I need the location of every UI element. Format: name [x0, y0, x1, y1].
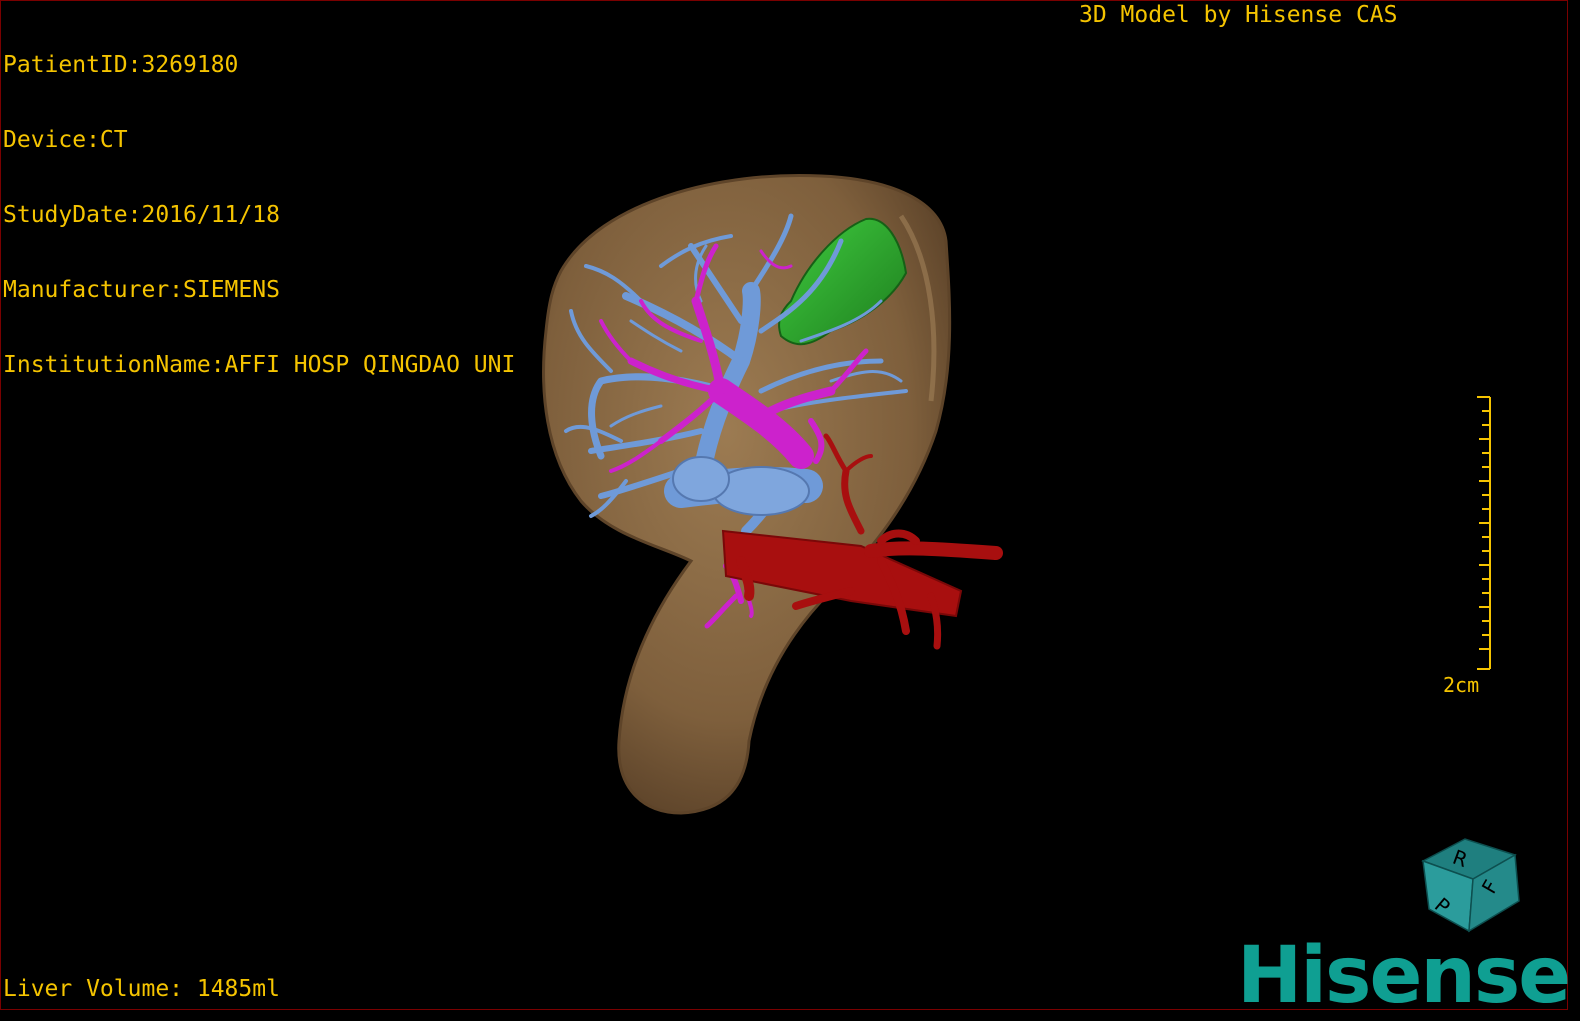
study-date: StudyDate:2016/11/18	[3, 202, 280, 228]
liver-volume: Liver Volume: 1485ml	[3, 976, 280, 1002]
device: Device:CT	[3, 127, 128, 153]
patient-id: PatientID:3269180	[3, 52, 239, 78]
scale-label: 2cm	[1443, 673, 1480, 697]
orientation-cube-icon[interactable]: R F P	[1419, 835, 1523, 935]
model-title: 3D Model by Hisense CAS	[1079, 2, 1398, 28]
manufacturer: Manufacturer:SIEMENS	[3, 277, 280, 303]
portal-trunk-left	[672, 456, 730, 502]
3d-viewport[interactable]: PatientID:3269180 Device:CT StudyDate:20…	[0, 0, 1571, 1015]
scale-bar	[1477, 396, 1491, 670]
institution-name: InstitutionName:AFFI HOSP QINGDAO UNI	[3, 352, 516, 378]
hisense-logo: Hisense	[1237, 931, 1571, 1021]
patient-info-overlay: PatientID:3269180 Device:CT StudyDate:20…	[3, 3, 515, 428]
